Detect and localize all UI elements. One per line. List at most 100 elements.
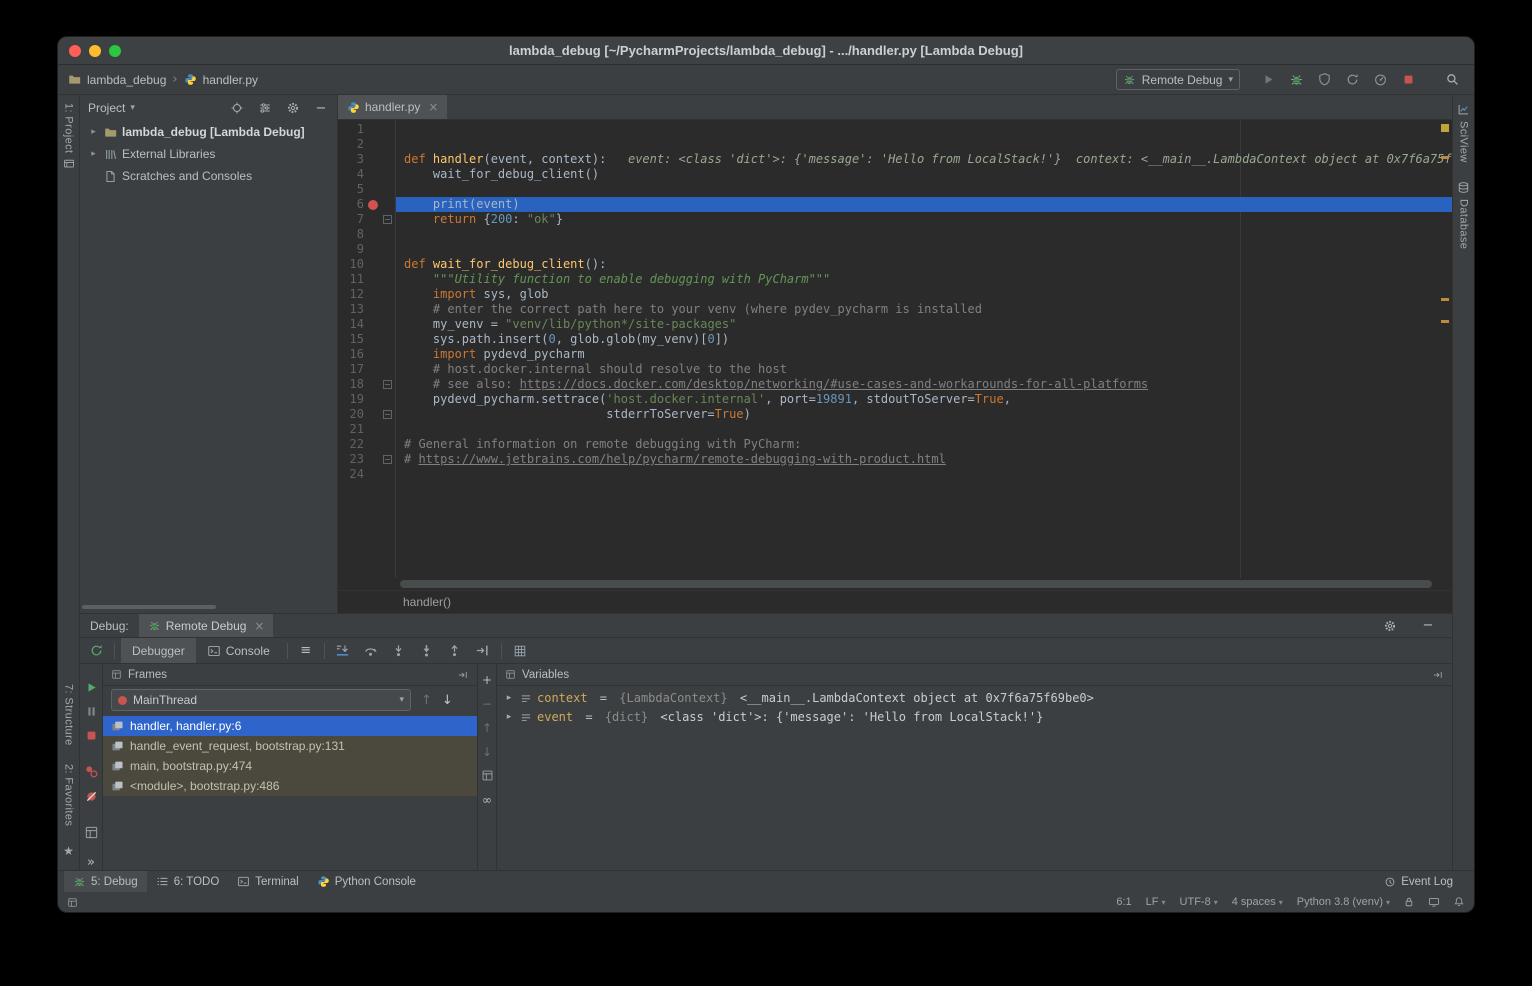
add-watch-button[interactable]: + — [479, 672, 495, 687]
code-editor[interactable]: 123456789101112131415161718192021222324 … — [338, 120, 1452, 578]
project-tree-item-external-libraries[interactable]: ▸External Libraries — [80, 143, 337, 165]
stop-button[interactable] — [81, 728, 101, 743]
breakpoint-dot[interactable] — [368, 200, 378, 210]
gutter-line[interactable]: 20 — [338, 407, 395, 422]
layout-settings-button[interactable]: ≡ — [294, 640, 318, 662]
toolwindow-button-event-log[interactable]: Event Log — [1375, 876, 1462, 888]
status-utf-8[interactable]: UTF-8▾ — [1180, 896, 1218, 908]
toolwindow-button-terminal[interactable]: Terminal — [228, 871, 307, 892]
gutter-line[interactable]: 1 — [338, 122, 395, 137]
warning-stripe-mark[interactable] — [1441, 320, 1449, 323]
gutter-line[interactable]: 15 — [338, 332, 395, 347]
run-to-cursor-button[interactable] — [471, 640, 495, 662]
dock-icon[interactable] — [457, 669, 469, 681]
hide-panel-button[interactable]: − — [313, 99, 329, 117]
gutter-line[interactable]: 5 — [338, 182, 395, 197]
variable-row-context[interactable]: ▸context = {LambdaContext} <__main__.Lam… — [497, 689, 1452, 708]
rerun-debug-button[interactable] — [84, 640, 108, 662]
gutter-line[interactable]: 22 — [338, 437, 395, 452]
step-out-button[interactable] — [443, 640, 467, 662]
frame-row[interactable]: handle_event_request, bootstrap.py:131 — [103, 736, 477, 756]
editor-horizontal-scrollbar[interactable] — [338, 578, 1452, 590]
dock-icon[interactable] — [1432, 669, 1444, 681]
move-watch-up-button[interactable]: ↑ — [479, 720, 495, 735]
screen-icon[interactable] — [1428, 896, 1440, 908]
breadcrumb-project[interactable]: lambda_debug — [87, 73, 166, 87]
gutter-line[interactable]: 16 — [338, 347, 395, 362]
code-line[interactable]: import pydevd_pycharm — [396, 347, 1452, 362]
debug-button[interactable] — [1284, 69, 1308, 91]
editor-tab-handler-py[interactable]: handler.py × — [338, 95, 447, 119]
more-buttons[interactable]: » — [81, 855, 101, 870]
gutter-line[interactable]: 8 — [338, 227, 395, 242]
filter-button[interactable] — [257, 99, 273, 117]
titlebar[interactable]: lambda_debug [~/PycharmProjects/lambda_d… — [58, 37, 1474, 65]
variable-row-event[interactable]: ▸event = {dict} <class 'dict'>: {'messag… — [497, 708, 1452, 727]
gutter-line[interactable]: 18 — [338, 377, 395, 392]
hide-debug-panel-button[interactable]: − — [1416, 615, 1440, 637]
status-4-spaces[interactable]: 4 spaces▾ — [1232, 896, 1283, 908]
view-breakpoints-button[interactable] — [81, 764, 101, 779]
code-line[interactable]: import sys, glob — [396, 287, 1452, 302]
remove-watch-button[interactable]: − — [479, 696, 495, 711]
code-line[interactable]: wait_for_debug_client() — [396, 167, 1452, 182]
gutter-line[interactable]: 9 — [338, 242, 395, 257]
restore-layout-button[interactable] — [81, 825, 101, 840]
editor-gutter[interactable]: 123456789101112131415161718192021222324 — [338, 120, 396, 578]
tab-console[interactable]: Console — [196, 638, 281, 663]
tab-debugger[interactable]: Debugger — [121, 638, 196, 663]
status-python-3-8-venv[interactable]: Python 3.8 (venv)▾ — [1297, 896, 1390, 908]
code-line[interactable] — [396, 122, 1452, 137]
coverage-button[interactable] — [1312, 69, 1336, 91]
project-scrollbar[interactable] — [82, 605, 216, 609]
close-tab-icon[interactable]: × — [428, 100, 438, 114]
code-line[interactable]: my_venv = "venv/lib/python*/site-package… — [396, 317, 1452, 332]
gutter-line[interactable]: 11 — [338, 272, 395, 287]
breakpoint-icon[interactable] — [364, 200, 381, 210]
scrollbar-thumb[interactable] — [400, 580, 1432, 588]
gutter-line[interactable]: 19 — [338, 392, 395, 407]
gutter-line[interactable]: 4 — [338, 167, 395, 182]
frame-row[interactable]: handler, handler.py:6 — [103, 716, 477, 736]
status-lf[interactable]: LF▾ — [1146, 896, 1166, 908]
breadcrumb-file[interactable]: handler.py — [203, 73, 258, 87]
gutter-line[interactable]: 23 — [338, 452, 395, 467]
step-over-button[interactable] — [359, 640, 383, 662]
thread-selector[interactable]: MainThread ▾ — [111, 689, 411, 711]
fold-marker-icon[interactable] — [381, 380, 394, 389]
fold-marker-icon[interactable] — [381, 410, 394, 419]
chevron-down-icon[interactable]: ▾ — [130, 103, 135, 113]
expander-icon[interactable]: ▸ — [503, 689, 515, 708]
gutter-line[interactable]: 17 — [338, 362, 395, 377]
code-line[interactable]: pydevd_pycharm.settrace('host.docker.int… — [396, 392, 1452, 407]
warning-stripe-mark[interactable] — [1441, 298, 1449, 301]
code-line[interactable]: """Utility function to enable debugging … — [396, 272, 1452, 287]
breadcrumb-function[interactable]: handler() — [403, 595, 451, 609]
inspection-indicator-icon[interactable] — [1441, 124, 1449, 132]
next-frame-button[interactable]: ↓ — [442, 693, 453, 708]
resume-button[interactable] — [81, 680, 101, 695]
code-line[interactable] — [396, 467, 1452, 482]
status-6-1[interactable]: 6:1 — [1116, 896, 1131, 908]
code-line[interactable]: def handler(event, context): event: <cla… — [396, 152, 1452, 167]
tool-stripe-sciview[interactable]: SciView — [1457, 103, 1470, 163]
project-tree-item-scratches-and-consoles[interactable]: Scratches and Consoles — [80, 165, 337, 187]
previous-frame-button[interactable]: ↑ — [421, 693, 432, 708]
close-session-icon[interactable]: × — [254, 619, 264, 633]
stop-button[interactable] — [1396, 69, 1420, 91]
code-line[interactable]: stderrToServer=True) — [396, 407, 1452, 422]
gutter-line[interactable]: 6 — [338, 197, 395, 212]
tool-stripe-structure[interactable]: 7: Structure — [63, 684, 75, 746]
toolwindow-button-6-todo[interactable]: 6: TODO — [147, 871, 229, 892]
code-line[interactable]: sys.path.insert(0, glob.glob(my_venv)[0]… — [396, 332, 1452, 347]
gutter-line[interactable]: 2 — [338, 137, 395, 152]
project-panel-title[interactable]: Project — [88, 101, 125, 115]
favorites-star-icon[interactable]: ★ — [63, 844, 74, 858]
notifications-icon[interactable] — [1453, 896, 1465, 908]
fold-marker-icon[interactable] — [383, 455, 392, 464]
toolwindow-button-5-debug[interactable]: 5: Debug — [64, 871, 147, 892]
code-line[interactable]: # enter the correct path here to your ve… — [396, 302, 1452, 317]
gutter-line[interactable]: 24 — [338, 467, 395, 482]
frame-row[interactable]: main, bootstrap.py:474 — [103, 756, 477, 776]
close-window-button[interactable] — [69, 45, 81, 57]
